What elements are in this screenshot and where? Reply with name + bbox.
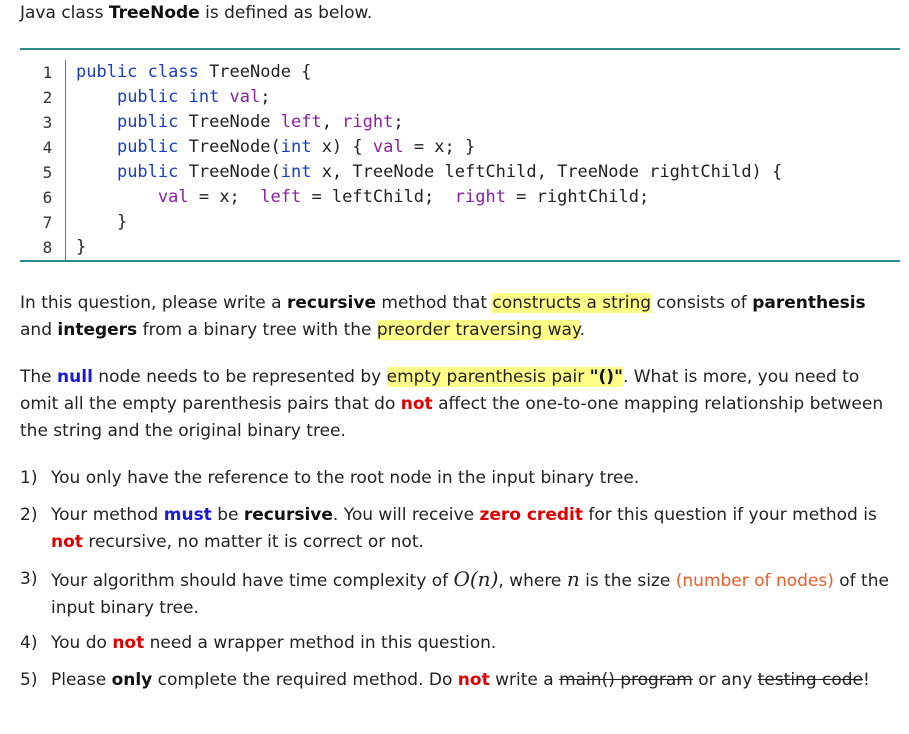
code-lines: public class TreeNode { public int val; …	[76, 60, 782, 260]
code-line: public int val;	[116, 87, 271, 107]
intro-text: Java class TreeNode is defined as below.	[20, 3, 373, 23]
line-number: 4	[42, 138, 53, 157]
line-number: 8	[42, 238, 53, 257]
line-number-gutter: 1 2 3 4 5 6 7 8	[20, 60, 66, 260]
line-number: 5	[42, 163, 53, 182]
paragraph-null-node: The null node needs to be represented by…	[20, 367, 884, 441]
code-block: 1 2 3 4 5 6 7 8 public class TreeNode { public …	[20, 48, 900, 262]
class-name: TreeNode	[108, 3, 200, 23]
highlight-empty-pair: empty parenthesis pair "()"	[386, 367, 623, 387]
list-item-2: 2) Your method must be recursive. You wil…	[20, 505, 877, 552]
list-item-3: 3) Your algorithm should have time comple…	[20, 567, 889, 618]
highlight-constructs-string: constructs a string	[492, 293, 652, 313]
list-item-5: 5) Please only complete the required meth…	[20, 670, 870, 690]
line-number: 3	[42, 113, 53, 132]
paragraph-instructions: In this question, please write a recursi…	[20, 293, 866, 340]
line-number: 1	[42, 63, 53, 82]
code-line: public TreeNode(int x, TreeNode leftChil…	[116, 162, 783, 182]
complexity-formula: O(n)	[453, 567, 499, 591]
code-line: val = x; left = leftChild; right = right…	[157, 187, 650, 207]
code-line: }	[76, 237, 87, 257]
code-line: public TreeNode(int x) { val = x; }	[116, 137, 476, 157]
line-number: 2	[42, 88, 53, 107]
struck-testing-code: testing code	[757, 670, 864, 690]
null-keyword: null	[57, 367, 93, 387]
code-line: public class TreeNode {	[76, 62, 312, 82]
highlight-preorder: preorder traversing way	[376, 320, 580, 340]
list-item-4: 4) You do not need a wrapper method in th…	[20, 633, 497, 653]
struck-main-program: main() program	[559, 670, 693, 690]
list-item-1: 1) You only have the reference to the roo…	[20, 468, 640, 488]
line-number: 6	[42, 188, 53, 207]
line-number: 7	[42, 213, 53, 232]
code-line: }	[76, 212, 128, 232]
code-line: public TreeNode left, right;	[116, 112, 404, 132]
